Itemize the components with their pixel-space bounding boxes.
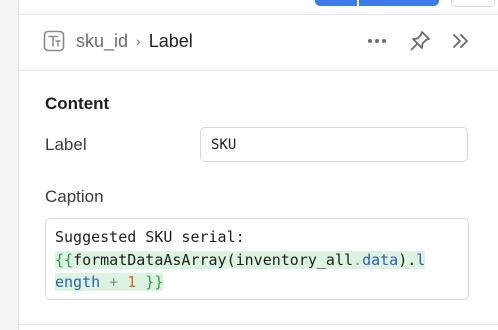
caption-line-1: Suggested SKU serial: xyxy=(55,226,468,249)
caption-field-label: Caption xyxy=(45,187,104,206)
text-component-icon xyxy=(43,30,65,52)
template-open-brace: {{ xyxy=(55,250,74,269)
label-input[interactable]: SKU xyxy=(200,127,468,162)
caption-plain-text: Suggested SKU serial: xyxy=(55,228,245,246)
secondary-button[interactable] xyxy=(451,0,495,7)
property-inspector-panel: sku_id › Label Content Label SKU Caption… xyxy=(19,15,498,330)
breadcrumb: sku_id › Label xyxy=(76,31,193,51)
top-toolbar-edge xyxy=(19,0,498,15)
template-property-length-start: l xyxy=(416,250,426,269)
inspector-header: sku_id › Label xyxy=(19,15,498,71)
more-horizontal-icon[interactable] xyxy=(365,29,389,53)
label-input-value: SKU xyxy=(211,136,237,153)
template-property-length-end: ength xyxy=(55,273,101,291)
template-dot: . xyxy=(353,250,363,269)
content-section-title: Content xyxy=(45,94,110,113)
split-button-divider xyxy=(357,0,359,6)
template-close-paren: ). xyxy=(398,250,417,269)
template-property-data: data xyxy=(362,250,399,269)
caption-code-editor[interactable]: Suggested SKU serial: {{formatDataAsArra… xyxy=(45,218,469,300)
left-sidebar-edge xyxy=(0,0,19,330)
breadcrumb-current-property: Label xyxy=(148,31,193,51)
template-number: 1 xyxy=(127,273,137,291)
primary-split-button[interactable] xyxy=(315,0,439,6)
template-plus-operator: + xyxy=(100,273,128,291)
label-field-label: Label xyxy=(45,135,87,154)
template-function-call: formatDataAsArray(inventory_all xyxy=(73,250,354,269)
double-chevron-right-icon[interactable] xyxy=(448,29,472,53)
breadcrumb-separator: › xyxy=(136,33,141,49)
breadcrumb-component-name[interactable]: sku_id xyxy=(76,31,128,51)
section-divider xyxy=(19,324,498,325)
template-close-brace: }} xyxy=(136,273,164,291)
caption-line-2: {{formatDataAsArray(inventory_all.data).… xyxy=(55,249,468,272)
pin-icon[interactable] xyxy=(408,29,432,53)
caption-line-3: ength + 1 }} xyxy=(55,271,468,294)
